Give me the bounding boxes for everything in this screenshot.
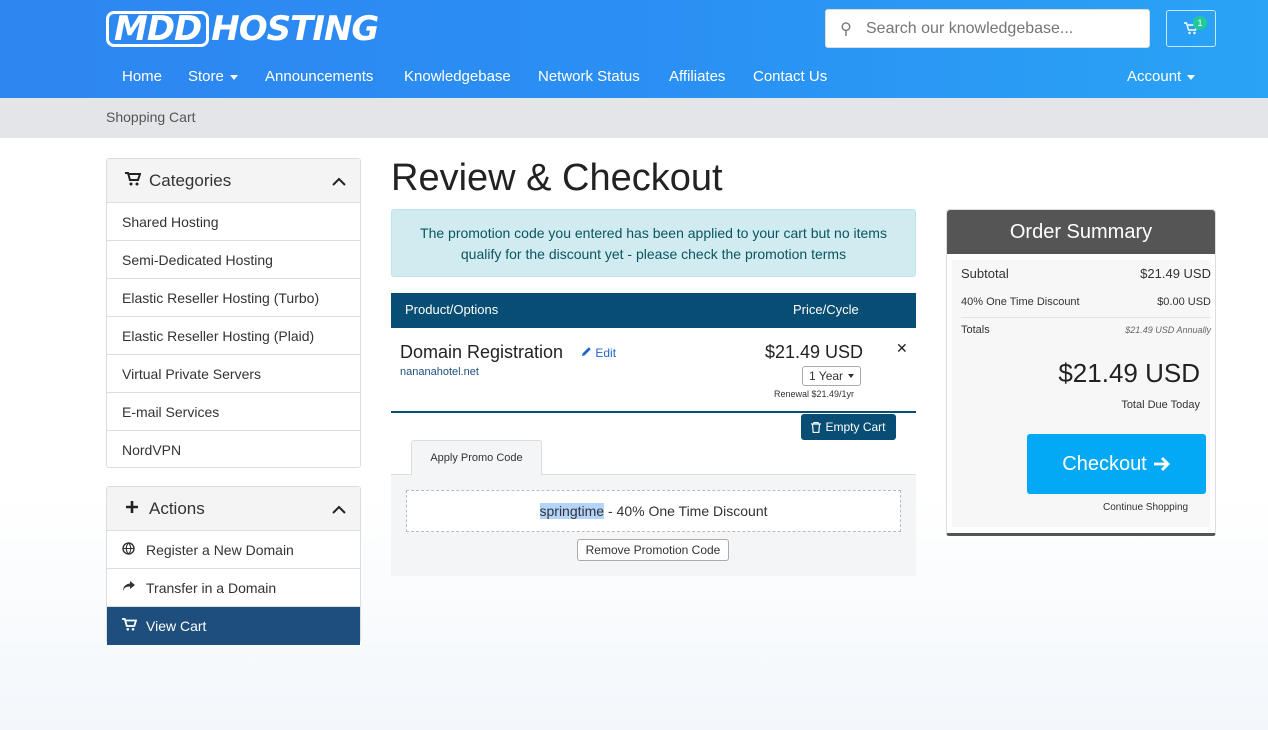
promo-code: springtime: [539, 503, 605, 519]
action-view-cart[interactable]: View Cart: [107, 607, 360, 645]
header-product-options: Product/Options: [405, 302, 499, 317]
order-summary-title: Order Summary: [947, 210, 1215, 254]
nav-announcements[interactable]: Announcements: [265, 68, 373, 85]
category-email-services[interactable]: E-mail Services: [107, 393, 360, 431]
action-register-domain-label: Register a New Domain: [146, 541, 294, 558]
breadcrumb-bar: Shopping Cart: [0, 98, 1268, 138]
plus-icon: [125, 500, 149, 518]
discount-row: 40% One Time Discount $0.00 USD: [961, 296, 1211, 308]
item-price: $21.49 USD: [765, 342, 864, 362]
subtotal-row: Subtotal $21.49 USD: [961, 266, 1211, 281]
subtotal-label: Subtotal: [961, 266, 1009, 281]
nav-store-label: Store: [188, 68, 224, 85]
action-transfer-domain[interactable]: Transfer in a Domain: [107, 569, 360, 607]
globe-icon: [122, 541, 146, 558]
main-nav: Home Store Announcements Knowledgebase N…: [0, 68, 1268, 92]
totals-label: Totals: [961, 324, 990, 336]
promo-info-alert: The promotion code you entered has been …: [391, 209, 916, 277]
header-price-cycle: Price/Cycle: [793, 302, 859, 317]
chevron-up-icon[interactable]: [332, 173, 346, 189]
totals-row: Totals $21.49 USD Annually: [961, 324, 1211, 336]
action-transfer-domain-label: Transfer in a Domain: [146, 579, 277, 596]
remove-promo-button[interactable]: Remove Promotion Code: [577, 539, 729, 561]
site-header: MDD HOSTING ⚲ 1 Home Store Announcements…: [0, 0, 1268, 98]
mdd-hosting-logo[interactable]: MDD HOSTING: [106, 9, 379, 49]
tab-apply-promo-code[interactable]: Apply Promo Code: [411, 440, 542, 475]
actions-title: Actions: [149, 498, 205, 518]
categories-title: Categories: [149, 170, 232, 190]
breadcrumb: Shopping Cart: [106, 109, 196, 125]
discount-value: $0.00 USD: [1157, 296, 1211, 308]
categories-panel: Categories Shared Hosting Semi-Dedicated…: [106, 158, 361, 468]
header-cart-button[interactable]: 1: [1166, 10, 1216, 47]
empty-cart-button[interactable]: Empty Cart: [801, 414, 896, 440]
nav-home[interactable]: Home: [122, 68, 162, 85]
cart-table-header: Product/Options Price/Cycle: [391, 293, 916, 328]
trash-icon: [811, 421, 822, 433]
subtotal-value: $21.49 USD: [1140, 266, 1211, 281]
chevron-down-icon: [848, 374, 854, 378]
promo-description: - 40% One Time Discount: [604, 503, 768, 519]
nav-account[interactable]: Account: [1127, 68, 1196, 85]
action-view-cart-label: View Cart: [146, 618, 207, 634]
summary-divider: [961, 317, 1211, 318]
category-elastic-reseller-plaid[interactable]: Elastic Reseller Hosting (Plaid): [107, 317, 360, 355]
cart-item-row: Domain Registration Edit nananahotel.net…: [391, 328, 916, 413]
knowledgebase-search[interactable]: ⚲: [825, 9, 1150, 48]
nav-account-label: Account: [1127, 68, 1182, 85]
checkout-button[interactable]: Checkout: [1027, 434, 1206, 494]
continue-shopping-link[interactable]: Continue Shopping: [1103, 502, 1188, 513]
logo-mdd: MDD: [106, 11, 210, 47]
applied-promo-box: springtime - 40% One Time Discount: [406, 490, 901, 532]
pencil-icon: [582, 347, 591, 356]
nav-affiliates[interactable]: Affiliates: [669, 68, 725, 85]
checkout-label: Checkout: [1062, 452, 1147, 475]
category-nordvpn[interactable]: NordVPN: [107, 431, 360, 469]
cart-count-badge: 1: [1193, 16, 1207, 30]
totals-value: $21.49 USD Annually: [1125, 325, 1211, 335]
nav-knowledgebase[interactable]: Knowledgebase: [404, 68, 511, 85]
chevron-down-icon: [1187, 74, 1196, 80]
item-domain: nananahotel.net: [400, 366, 479, 378]
search-input[interactable]: [866, 19, 1136, 38]
empty-cart-label: Empty Cart: [825, 420, 886, 434]
category-semi-dedicated-hosting[interactable]: Semi-Dedicated Hosting: [107, 241, 360, 279]
nav-network-status[interactable]: Network Status: [538, 68, 640, 85]
logo-hosting: HOSTING: [211, 9, 379, 49]
billing-cycle-select[interactable]: 1 Year: [802, 366, 861, 386]
actions-panel-header[interactable]: Actions: [107, 487, 360, 531]
discount-label: 40% One Time Discount: [961, 296, 1080, 308]
page-title: Review & Checkout: [391, 157, 723, 199]
categories-panel-header[interactable]: Categories: [107, 159, 360, 203]
shopping-cart-icon: [125, 171, 149, 190]
edit-item-link[interactable]: Edit: [581, 346, 616, 360]
category-virtual-private-servers[interactable]: Virtual Private Servers: [107, 355, 360, 393]
edit-item-label: Edit: [595, 346, 617, 360]
actions-panel: Actions Register a New Domain Transfer i…: [106, 486, 361, 645]
nav-store[interactable]: Store: [188, 68, 238, 85]
renewal-price: Renewal $21.49/1yr: [774, 389, 855, 399]
shopping-cart-icon: [122, 618, 146, 634]
share-arrow-icon: [122, 580, 146, 595]
category-elastic-reseller-turbo[interactable]: Elastic Reseller Hosting (Turbo): [107, 279, 360, 317]
chevron-up-icon[interactable]: [332, 501, 346, 517]
billing-cycle-value: 1 Year: [809, 369, 844, 383]
category-shared-hosting[interactable]: Shared Hosting: [107, 203, 360, 241]
nav-contact-us[interactable]: Contact Us: [753, 68, 827, 85]
action-register-domain[interactable]: Register a New Domain: [107, 531, 360, 569]
arrow-right-icon: [1153, 457, 1170, 471]
total-due-label: Total Due Today: [1121, 399, 1200, 411]
total-due-amount: $21.49 USD: [1058, 358, 1200, 388]
chevron-down-icon: [229, 74, 238, 80]
search-icon: ⚲: [840, 20, 852, 38]
remove-item-close-icon[interactable]: ✕: [896, 340, 908, 357]
item-name: Domain Registration: [400, 342, 564, 362]
